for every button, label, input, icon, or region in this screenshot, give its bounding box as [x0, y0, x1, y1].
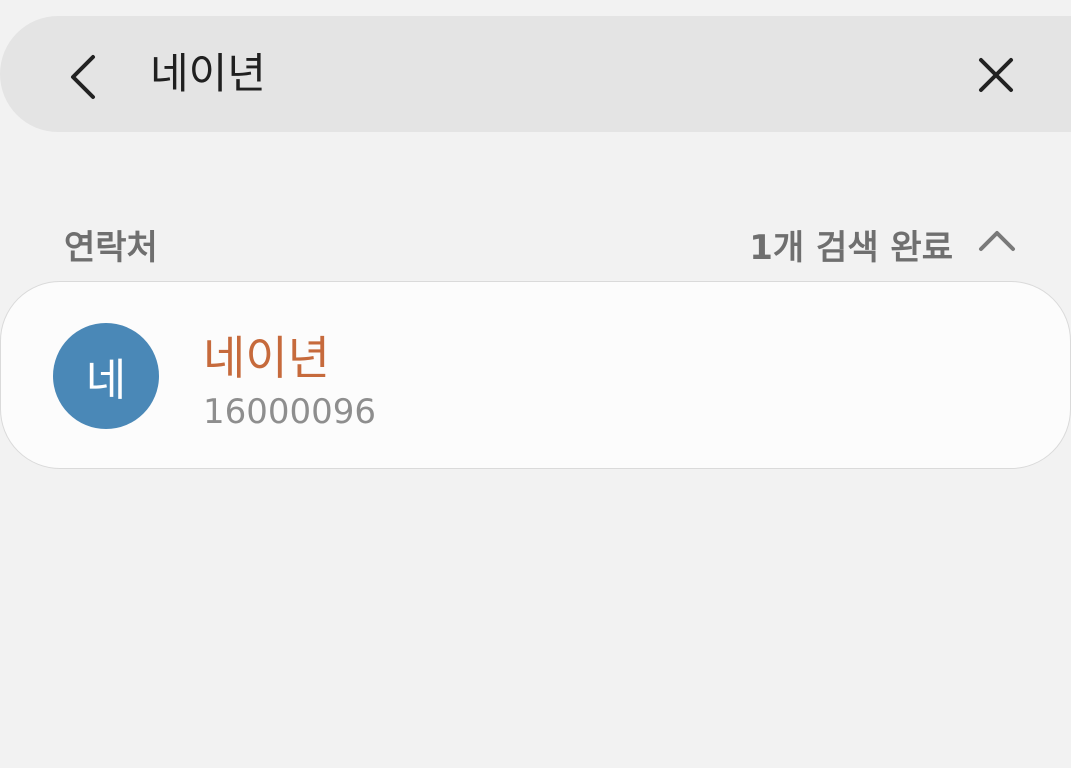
search-input[interactable] [150, 42, 910, 106]
chevron-left-icon [71, 55, 95, 99]
contacts-section-header: 연락처 1개 검색 완료 [0, 210, 1071, 270]
contact-name: 네이년 [203, 331, 330, 385]
avatar-initial: 네 [85, 355, 127, 406]
contact-number: 16000096 [203, 392, 377, 432]
section-title: 연락처 [64, 228, 158, 268]
contact-list-item[interactable]: 네 네이년 16000096 [0, 281, 1071, 469]
search-bar [0, 16, 1071, 132]
collapse-section-button[interactable] [973, 220, 1021, 260]
back-button[interactable] [58, 52, 108, 102]
close-icon [979, 58, 1013, 92]
chevron-up-icon [979, 231, 1015, 251]
contacts-search-screen: 연락처 1개 검색 완료 네 네이년 16000096 [0, 0, 1071, 768]
clear-search-button[interactable] [971, 50, 1021, 100]
avatar: 네 [53, 323, 159, 429]
result-count: 1개 검색 완료 [749, 228, 953, 268]
